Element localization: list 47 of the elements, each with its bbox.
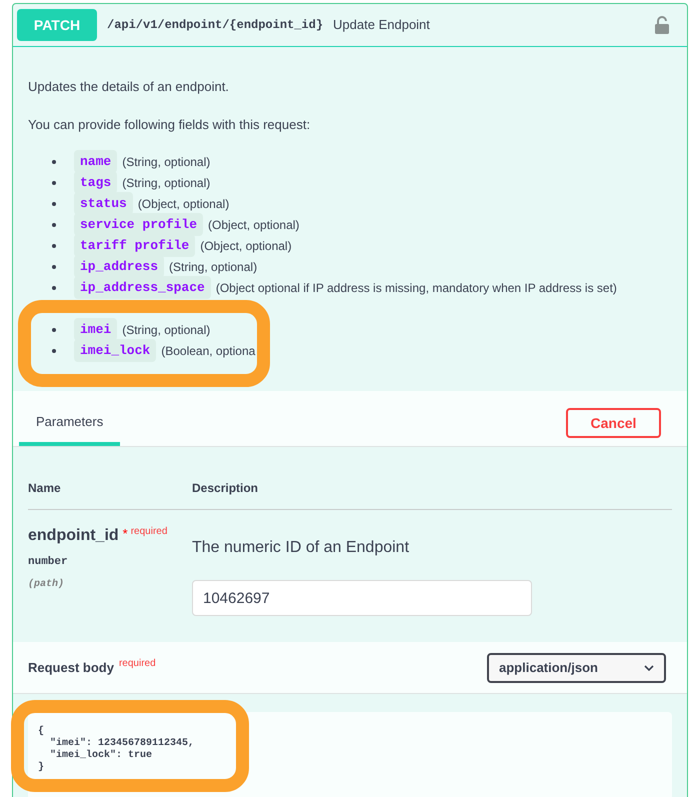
field-name: name: [74, 150, 118, 174]
field-type: (Object optional if IP address is missing, mandatory when IP address is set): [216, 280, 617, 296]
field-type: (Boolean, optiona: [161, 342, 256, 360]
required-mark: *: [122, 525, 128, 543]
parameter-type: number: [28, 555, 69, 570]
field-type: (String, optional): [122, 322, 210, 338]
field-name: service profile: [74, 212, 204, 236]
request-body-title: Request body: [28, 658, 114, 677]
field-type: (Object, optional): [200, 238, 292, 254]
parameter-name: endpoint_id: [28, 526, 119, 546]
bullet-icon: [52, 264, 56, 268]
parameter-input[interactable]: 10462697: [192, 580, 532, 616]
field-type: (Object, optional): [208, 216, 300, 234]
cancel-button[interactable]: Cancel: [566, 408, 661, 438]
required-label: required: [130, 525, 168, 539]
bullet-icon: [52, 160, 56, 164]
bullet-icon: [52, 244, 56, 248]
field-type: (String, optional): [122, 174, 210, 192]
content-type-select[interactable]: application/json: [487, 652, 666, 682]
field-type: (Object, optional): [138, 196, 230, 212]
operation-description: Updates the details of an endpoint.: [28, 78, 230, 96]
field-type: (String, optional): [169, 258, 258, 276]
field-name: ip_address_space: [74, 276, 211, 300]
tab[interactable]: Parameters: [19, 412, 120, 446]
fields-intro: You can provide following fields with this request:: [28, 116, 312, 134]
lock-icon[interactable]: [655, 16, 669, 34]
column-header: Description: [192, 480, 258, 497]
operation-summary: Update Endpoint: [333, 16, 430, 34]
field-name: tariff profile: [74, 234, 196, 258]
bullet-icon: [52, 286, 56, 290]
bullet-icon: [52, 328, 56, 332]
field-type: (String, optional): [122, 154, 210, 170]
field-name: imei: [74, 318, 118, 342]
parameter-description: The numeric ID of an Endpoint: [192, 538, 410, 558]
required-label: required: [118, 657, 156, 671]
operation-header[interactable]: PATCH /api/v1/endpoint/{endpoint_id} Update Endpoint: [13, 4, 687, 47]
code-block[interactable]: { "imei": 123456789112345, "imei_lock": true }: [28, 712, 672, 797]
bullet-icon: [52, 222, 56, 226]
bullet-icon: [52, 348, 56, 352]
method-badge: PATCH: [17, 9, 97, 41]
endpoint-path: /api/v1/endpoint/{endpoint_id}: [107, 17, 324, 34]
chevron-down-icon: [644, 664, 654, 670]
bullet-icon: [52, 180, 56, 184]
bullet-icon: [52, 202, 56, 206]
field-name: imei_lock: [74, 338, 156, 362]
parameter-location: (path): [28, 578, 66, 592]
column-header: Name: [28, 480, 62, 497]
